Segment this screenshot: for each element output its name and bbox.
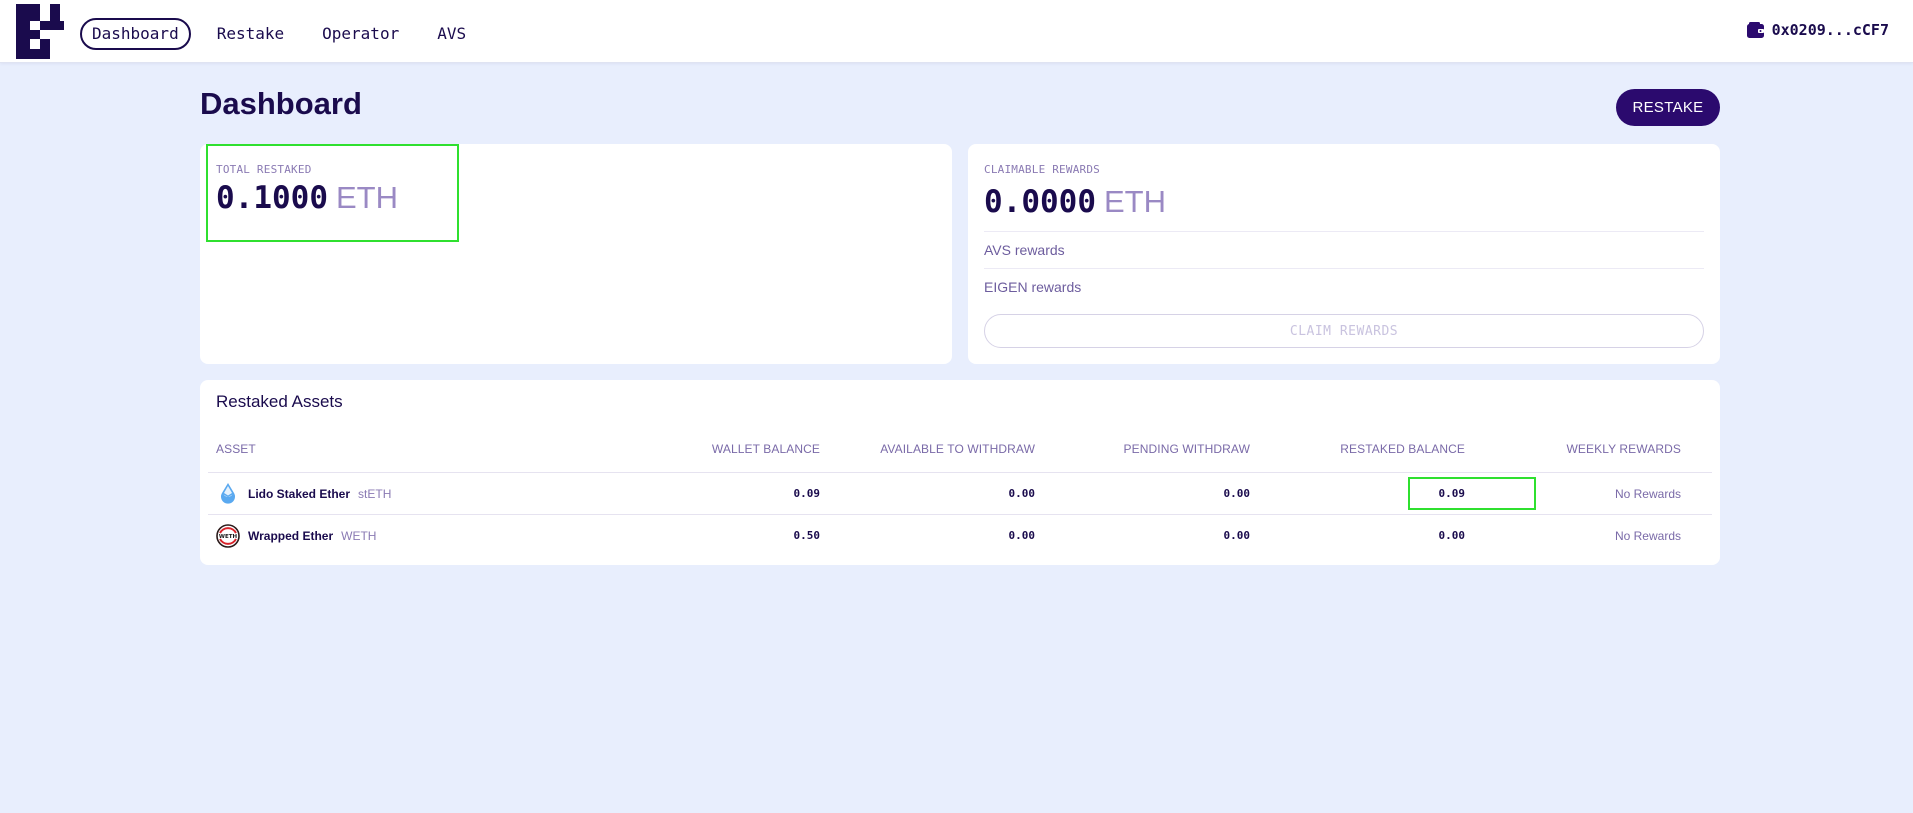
- header-weekly-rewards: WEEKLY REWARDS: [1566, 442, 1681, 456]
- restaked-balance-cell: 0.09: [1438, 487, 1466, 500]
- restake-button[interactable]: RESTAKE: [1616, 89, 1720, 126]
- steth-icon: [221, 483, 235, 504]
- weekly-rewards-cell: No Rewards: [1614, 529, 1681, 543]
- claim-rewards-button[interactable]: CLAIM REWARDS: [984, 314, 1704, 348]
- table-row[interactable]: WETH Wrapped Ether WETH 0.50 0.00 0.00 0.…: [200, 515, 1720, 557]
- wallet-address: 0x0209...cCF7: [1771, 21, 1889, 39]
- claimable-rewards-card: CLAIMABLE REWARDS 0.0000 ETH AVS rewards…: [968, 144, 1720, 364]
- asset-symbol: WETH: [341, 529, 377, 543]
- claimable-rewards-amount: 0.0000: [984, 184, 1096, 220]
- weekly-rewards-cell: No Rewards: [1614, 487, 1681, 501]
- page-title: Dashboard: [200, 86, 362, 121]
- header-wallet-balance: WALLET BALANCE: [711, 442, 820, 456]
- restaked-highlight-box: [1408, 477, 1536, 510]
- eigen-rewards-label: EIGEN rewards: [984, 279, 1082, 295]
- total-restaked-value: 0.1000 ETH: [216, 180, 398, 216]
- claimable-rewards-label: CLAIMABLE REWARDS: [984, 163, 1100, 176]
- asset-symbol: stETH: [358, 487, 392, 501]
- table-row[interactable]: Lido Staked Ether stETH 0.09 0.00 0.00 0.…: [200, 473, 1720, 515]
- total-restaked-amount: 0.1000: [216, 180, 328, 216]
- header-asset: ASSET: [216, 442, 256, 456]
- restaked-assets-title: Restaked Assets: [216, 392, 343, 411]
- eigenlayer-logo-icon[interactable]: [16, 4, 64, 59]
- asset-name-text: Wrapped Ether: [248, 529, 334, 543]
- wallet-balance-cell: 0.50: [793, 529, 821, 542]
- rewards-divider: [984, 231, 1704, 232]
- weth-icon: WETH: [216, 524, 240, 548]
- pending-cell: 0.00: [1223, 529, 1251, 542]
- rewards-divider: [984, 268, 1704, 269]
- total-restaked-label: TOTAL RESTAKED: [216, 163, 312, 176]
- main-nav: Dashboard Restake Operator AVS: [80, 18, 492, 50]
- nav-operator[interactable]: Operator: [310, 18, 411, 50]
- svg-text:WETH: WETH: [219, 534, 238, 540]
- claimable-rewards-value: 0.0000 ETH: [984, 184, 1166, 220]
- asset-name: Lido Staked Ether stETH: [248, 487, 391, 501]
- restaked-balance-cell: 0.00: [1438, 529, 1466, 542]
- nav-avs[interactable]: AVS: [425, 18, 478, 50]
- wallet-balance-cell: 0.09: [793, 487, 821, 500]
- pending-cell: 0.00: [1223, 487, 1251, 500]
- asset-name-text: Lido Staked Ether: [248, 487, 351, 501]
- total-restaked-unit: ETH: [335, 180, 398, 215]
- nav-restake[interactable]: Restake: [205, 18, 296, 50]
- top-navigation-bar: Dashboard Restake Operator AVS 0x0209...…: [0, 0, 1913, 63]
- avs-rewards-label: AVS rewards: [984, 242, 1065, 258]
- available-cell: 0.00: [1008, 487, 1036, 500]
- header-pending-withdraw: PENDING WITHDRAW: [1123, 442, 1250, 456]
- restaked-assets-card: Restaked Assets ASSET WALLET BALANCE AVA…: [200, 380, 1720, 565]
- header-restaked-balance: RESTAKED BALANCE: [1340, 442, 1465, 456]
- wallet-icon: [1746, 22, 1764, 38]
- total-restaked-card: TOTAL RESTAKED 0.1000 ETH: [200, 144, 952, 364]
- available-cell: 0.00: [1008, 529, 1036, 542]
- wallet-button[interactable]: 0x0209...cCF7: [1746, 21, 1889, 39]
- asset-name: Wrapped Ether WETH: [248, 529, 376, 543]
- header-available-to-withdraw: AVAILABLE TO WITHDRAW: [880, 442, 1035, 456]
- nav-dashboard[interactable]: Dashboard: [80, 18, 191, 50]
- claimable-rewards-unit: ETH: [1103, 184, 1166, 219]
